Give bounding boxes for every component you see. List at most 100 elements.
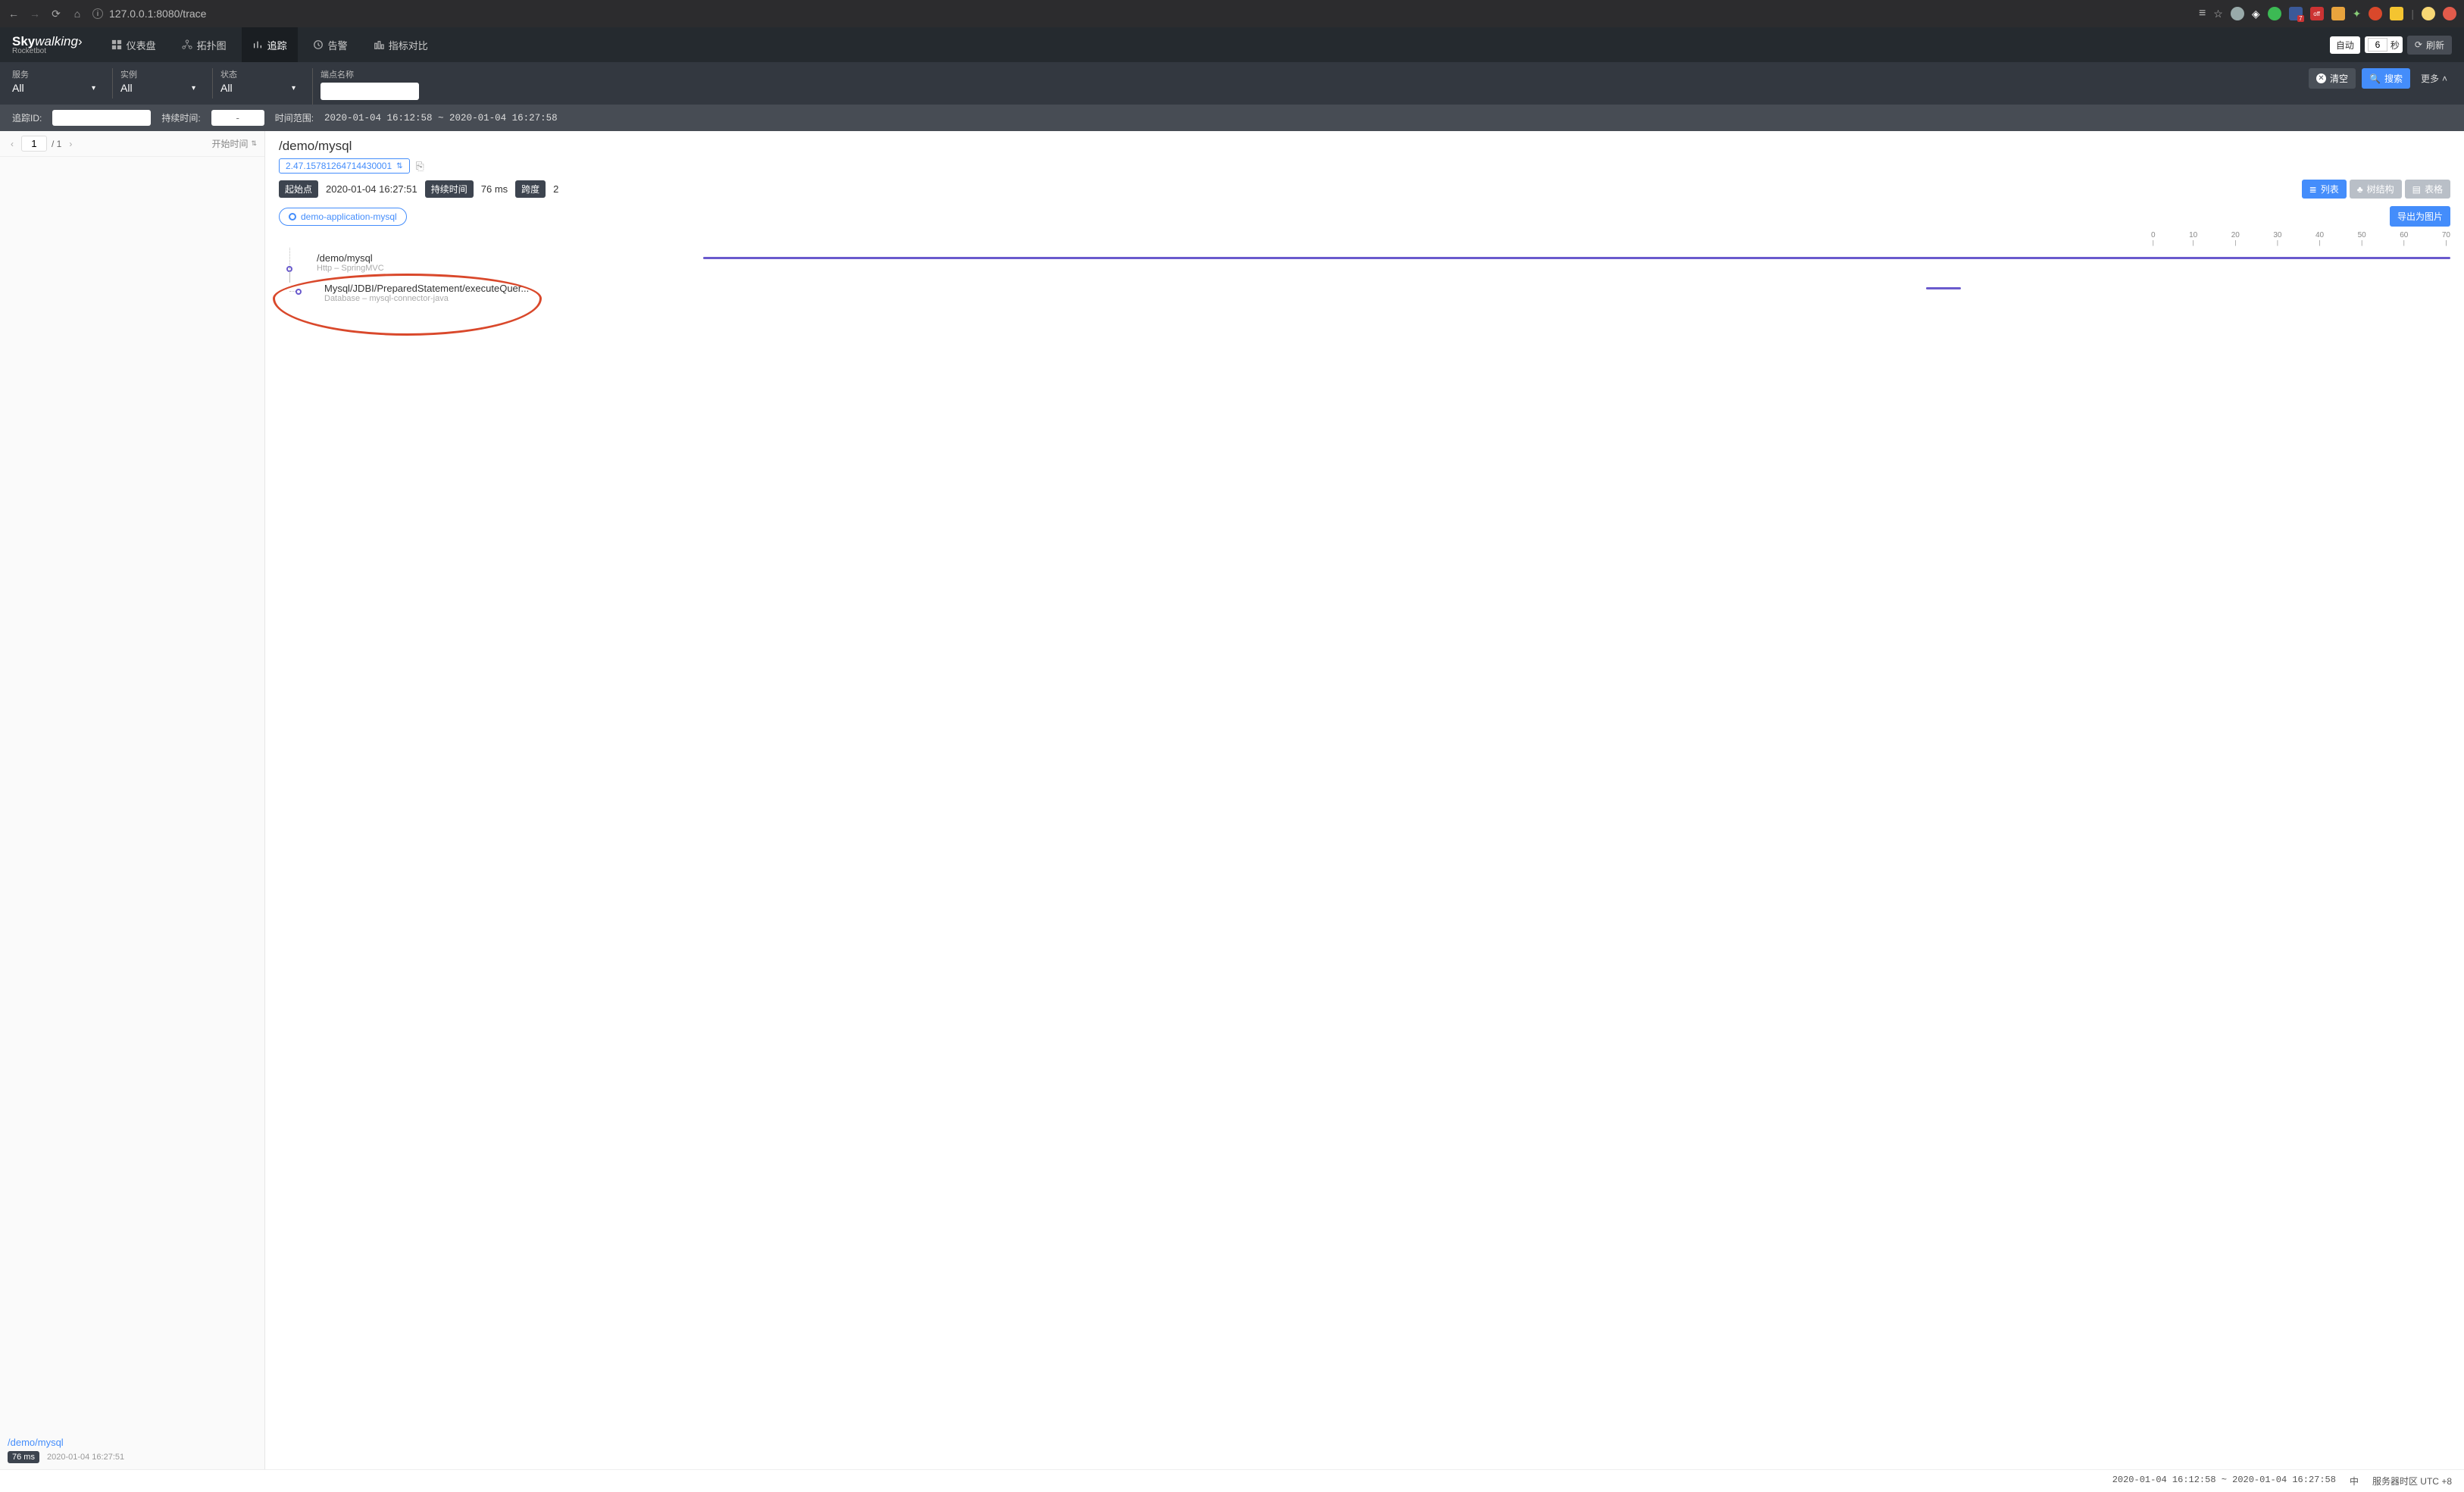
nav-alarm[interactable]: 告警 bbox=[302, 27, 358, 62]
start-label: 起始点 bbox=[279, 180, 318, 198]
span-name: /demo/mysql bbox=[317, 252, 384, 264]
close-icon: ✕ bbox=[2316, 74, 2326, 83]
span-bar bbox=[1926, 287, 1961, 289]
filter-instance[interactable]: 实例 All▾ bbox=[112, 68, 195, 99]
trace-icon bbox=[252, 39, 263, 50]
start-value: 2020-01-04 16:27:51 bbox=[326, 183, 417, 195]
span-row[interactable]: Mysql/JDBI/PreparedStatement/executeQuer… bbox=[279, 283, 2450, 313]
copy-icon[interactable]: ⎘ bbox=[416, 160, 424, 173]
star-icon[interactable]: ☆ bbox=[2213, 8, 2223, 20]
trace-id-chip[interactable]: 2.47.15781264714430001⇅ bbox=[279, 158, 410, 174]
footer-timezone: 服务器时区 UTC +8 bbox=[2372, 1475, 2452, 1487]
export-image-button[interactable]: 导出为图片 bbox=[2390, 206, 2450, 227]
ext-icon[interactable] bbox=[2331, 7, 2345, 20]
avatar-icon[interactable] bbox=[2422, 7, 2435, 20]
view-tree-button[interactable]: ♣树结构 bbox=[2350, 180, 2402, 199]
ext-icon[interactable]: 7 bbox=[2289, 7, 2303, 20]
refresh-icon: ⟳ bbox=[2415, 39, 2422, 50]
chevron-down-icon: ▾ bbox=[292, 84, 295, 92]
ext-icon[interactable] bbox=[2268, 7, 2281, 20]
table-icon: ▤ bbox=[2412, 184, 2421, 195]
footer-locale[interactable]: 中 bbox=[2350, 1475, 2359, 1487]
interval-input[interactable] bbox=[2368, 38, 2387, 52]
duration-label: 持续时间 bbox=[425, 180, 474, 198]
page-input[interactable] bbox=[21, 136, 47, 152]
gantt-chart: 0 10 20 30 40 50 60 70 /demo/mysql Http … bbox=[279, 231, 2450, 313]
back-icon[interactable]: ← bbox=[8, 8, 20, 20]
sort-icon: ⇅ bbox=[251, 139, 257, 148]
clear-button[interactable]: ✕清空 bbox=[2309, 68, 2356, 89]
url-text: 127.0.0.1:8080/trace bbox=[109, 8, 206, 20]
trace-detail-pane: /demo/mysql 2.47.15781264714430001⇅ ⎘ 起始… bbox=[265, 131, 2464, 1469]
footer-time-range: 2020-01-04 16:12:58 ~ 2020-01-04 16:27:5… bbox=[2112, 1475, 2336, 1487]
chevron-up-icon: ˄ bbox=[2442, 74, 2447, 84]
prev-page-icon[interactable]: ‹ bbox=[8, 139, 17, 149]
trace-list-pane: ‹ / 1 › 开始时间⇅ /demo/mysql 76 ms 2020-01-… bbox=[0, 131, 265, 1469]
trace-id-label: 追踪ID: bbox=[12, 111, 42, 124]
span-bar bbox=[703, 257, 2450, 259]
ext-icon[interactable] bbox=[2231, 7, 2244, 20]
topology-icon bbox=[182, 39, 192, 50]
view-list-button[interactable]: ≣列表 bbox=[2302, 180, 2347, 199]
next-page-icon[interactable]: › bbox=[66, 139, 75, 149]
dashboard-icon bbox=[111, 39, 122, 50]
alarm-icon bbox=[313, 39, 324, 50]
auto-toggle[interactable]: 自动 bbox=[2330, 36, 2360, 54]
nav-topology[interactable]: 拓扑图 bbox=[171, 27, 237, 62]
search-button[interactable]: 🔍搜索 bbox=[2362, 68, 2410, 89]
list-icon: ≣ bbox=[2309, 184, 2317, 195]
sort-icon: ⇅ bbox=[396, 162, 402, 170]
chevron-down-icon: ▾ bbox=[192, 84, 195, 92]
more-button[interactable]: 更多˄ bbox=[2416, 68, 2452, 89]
filter-status[interactable]: 状态 All▾ bbox=[212, 68, 295, 99]
ext-icon[interactable] bbox=[2443, 7, 2456, 20]
trace-name: /demo/mysql bbox=[8, 1437, 257, 1448]
circle-icon bbox=[289, 213, 296, 221]
trace-id-input[interactable] bbox=[52, 110, 151, 126]
endpoint-input[interactable] bbox=[321, 83, 419, 100]
nav-dashboard[interactable]: 仪表盘 bbox=[101, 27, 167, 62]
reload-icon[interactable]: ⟳ bbox=[50, 8, 62, 20]
home-icon[interactable]: ⌂ bbox=[71, 8, 83, 20]
menu-icon[interactable]: ≡ bbox=[2199, 7, 2206, 20]
tree-icon: ♣ bbox=[2357, 184, 2363, 195]
duration-value: 76 ms bbox=[481, 183, 508, 195]
trace-list-header: ‹ / 1 › 开始时间⇅ bbox=[0, 131, 264, 157]
time-range-label: 时间范围: bbox=[275, 111, 314, 124]
view-table-button[interactable]: ▤表格 bbox=[2405, 180, 2450, 199]
main-nav: Skywalking› Rocketbot 仪表盘 拓扑图 追踪 告警 指标对比… bbox=[0, 27, 2464, 62]
interval-box: 秒 bbox=[2365, 36, 2403, 53]
gantt-axis: 0 10 20 30 40 50 60 70 bbox=[2151, 231, 2450, 246]
filter-service[interactable]: 服务 All▾ bbox=[12, 68, 95, 99]
info-icon: i bbox=[92, 8, 103, 19]
sort-selector[interactable]: 开始时间⇅ bbox=[211, 137, 257, 150]
status-footer: 2020-01-04 16:12:58 ~ 2020-01-04 16:27:5… bbox=[0, 1469, 2464, 1492]
spans-label: 跨度 bbox=[515, 180, 546, 198]
duration-input[interactable] bbox=[211, 110, 264, 126]
ext-icon[interactable]: off bbox=[2310, 7, 2324, 20]
ext-icon[interactable] bbox=[2390, 7, 2403, 20]
ext-icon[interactable]: ◈ bbox=[2252, 8, 2260, 20]
span-subtitle: Database – mysql-connector-java bbox=[324, 294, 529, 303]
nav-compare[interactable]: 指标对比 bbox=[363, 27, 439, 62]
ext-icon[interactable]: ✦ bbox=[2353, 8, 2362, 20]
page-total: / 1 bbox=[52, 139, 61, 149]
chevron-down-icon: ▾ bbox=[92, 84, 95, 92]
filter-bar-secondary: 追踪ID: 持续时间: 时间范围: 2020-01-04 16:12:58 ~ … bbox=[0, 105, 2464, 131]
forward-icon[interactable]: → bbox=[29, 8, 41, 20]
application-chip[interactable]: demo-application-mysql bbox=[279, 208, 407, 226]
ext-icon[interactable] bbox=[2369, 7, 2382, 20]
nav-trace[interactable]: 追踪 bbox=[242, 27, 298, 62]
compare-icon bbox=[374, 39, 384, 50]
span-subtitle: Http – SpringMVC bbox=[317, 264, 384, 273]
filter-endpoint: 端点名称 bbox=[312, 68, 419, 105]
trace-timestamp: 2020-01-04 16:27:51 bbox=[47, 1453, 124, 1462]
time-range-value: 2020-01-04 16:12:58 ~ 2020-01-04 16:27:5… bbox=[324, 113, 558, 124]
duration-badge: 76 ms bbox=[8, 1451, 39, 1463]
refresh-button[interactable]: ⟳ 刷新 bbox=[2407, 36, 2452, 55]
trace-list-item[interactable]: /demo/mysql 76 ms 2020-01-04 16:27:51 bbox=[0, 1431, 264, 1469]
url-bar[interactable]: i 127.0.0.1:8080/trace bbox=[92, 8, 2190, 20]
extension-icons: ≡ ☆ ◈ 7 off ✦ | bbox=[2199, 7, 2456, 20]
span-row[interactable]: /demo/mysql Http – SpringMVC bbox=[279, 252, 2450, 283]
browser-chrome: ← → ⟳ ⌂ i 127.0.0.1:8080/trace ≡ ☆ ◈ 7 o… bbox=[0, 0, 2464, 27]
